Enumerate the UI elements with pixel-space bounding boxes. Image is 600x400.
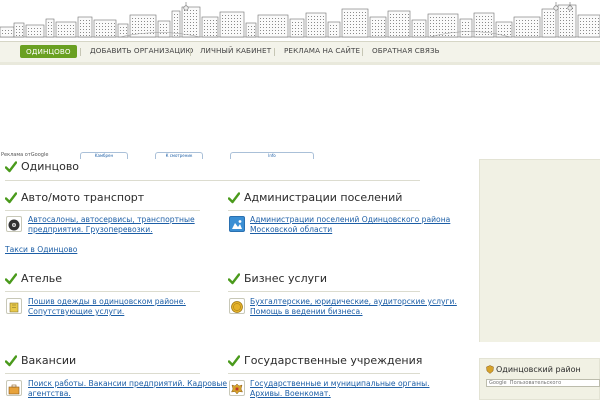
nav-item-feedback[interactable]: ОБРАТНАЯ СВЯЗЬ [372,46,440,55]
ad-tab-1[interactable]: Kамбрен [80,152,128,159]
section-title-gov[interactable]: Государственные учреждения [244,354,422,367]
gov-link-line-2[interactable]: Архивы. Военкомат. [250,389,331,399]
jobs-link-line-2[interactable]: агентства. [28,389,71,399]
nav-underline [0,62,600,65]
region-widget: Одинцовский район [479,358,600,400]
auto-link-line-1[interactable]: Автосалоны, автосервисы, транспортные [28,215,195,225]
taxi-link[interactable]: Такси в Одинцово [5,245,77,254]
nav-item-add-organization[interactable]: ДОБАВИТЬ ОРГАНИЗАЦИЮ [90,46,193,55]
coat-of-arms-icon [229,380,245,396]
wheel-icon [6,216,22,232]
region-emblem-icon [486,365,494,374]
google-ad-strip: Реклама отGoogle Kамбрен К смотреник lnf… [0,151,420,159]
header-banner [0,0,600,38]
section-title-admin[interactable]: Администрации поселений [244,191,402,204]
nav-separator [190,48,191,56]
city-skyline-illustration [0,2,600,38]
section-divider [228,373,420,374]
business-link-line-2[interactable]: Помощь в ведении бизнеса. [250,307,363,317]
admin-link-line-1[interactable]: Администрации поселений Одинцовского рай… [250,215,450,225]
nav-item-odintsovo[interactable]: ОДИНЦОВО [20,45,77,58]
sewing-icon [6,298,22,314]
atelier-link-line-2[interactable]: Сопутствующие услуги. [28,307,124,317]
section-admin: Администрации поселений [228,191,428,207]
sidebar-gap [479,342,600,358]
admin-emblem-icon [229,216,245,232]
section-jobs: Вакансии [5,354,205,370]
nav-item-advertising[interactable]: РЕКЛАМА НА САЙТЕ [284,46,360,55]
section-title-odintsovo[interactable]: Одинцово [21,160,79,173]
section-odintsovo: Одинцово [5,160,205,176]
atelier-link-line-1[interactable]: Пошив одежды в одинцовском районе. [28,297,186,307]
checkmark-icon [5,161,17,173]
google-search-input[interactable] [486,379,600,387]
checkmark-icon [5,355,17,367]
ad-tab-3[interactable]: lnfо [230,152,314,159]
section-divider [5,180,420,181]
checkmark-icon [228,192,240,204]
right-sidebar-ad-area [479,159,600,343]
checkmark-icon [5,273,17,285]
checkmark-icon [228,273,240,285]
section-divider [228,210,420,211]
section-gov: Государственные учреждения [228,354,428,370]
checkmark-icon [5,192,17,204]
business-link-line-1[interactable]: Бухгалтерские, юридические, аудиторские … [250,297,457,307]
nav-separator [362,48,363,56]
section-auto: Авто/мото транспорт [5,191,205,207]
ad-label: Реклама отGoogle [1,152,49,158]
region-title: Одинцовский район [496,365,581,374]
ad-tab-2[interactable]: К смотреник [155,152,203,159]
nav-separator [80,48,81,56]
section-divider [5,291,200,292]
gov-link-line-1[interactable]: Государственные и муниципальные органы. [250,379,429,389]
section-title-atelier[interactable]: Ателье [21,272,62,285]
main-nav: ОДИНЦОВО ДОБАВИТЬ ОРГАНИЗАЦИЮ ЛИЧНЫЙ КАБ… [0,41,600,63]
section-title-auto[interactable]: Авто/мото транспорт [21,191,144,204]
admin-link-line-2[interactable]: Московской области [250,225,332,235]
section-atelier: Ателье [5,272,205,288]
nav-item-personal-account[interactable]: ЛИЧНЫЙ КАБИНЕТ [200,46,271,55]
checkmark-icon [228,355,240,367]
section-divider [5,373,200,374]
jobs-link-line-1[interactable]: Поиск работы. Вакансии предприятий. Кадр… [28,379,227,389]
section-business: Бизнес услуги [228,272,428,288]
section-divider [228,291,420,292]
nav-separator [274,48,275,56]
section-divider [5,210,200,211]
coin-icon [229,298,245,314]
auto-link-line-2[interactable]: предприятия. Грузоперевозки. [28,225,153,235]
briefcase-icon [6,380,22,396]
section-title-business[interactable]: Бизнес услуги [244,272,327,285]
section-title-jobs[interactable]: Вакансии [21,354,76,367]
